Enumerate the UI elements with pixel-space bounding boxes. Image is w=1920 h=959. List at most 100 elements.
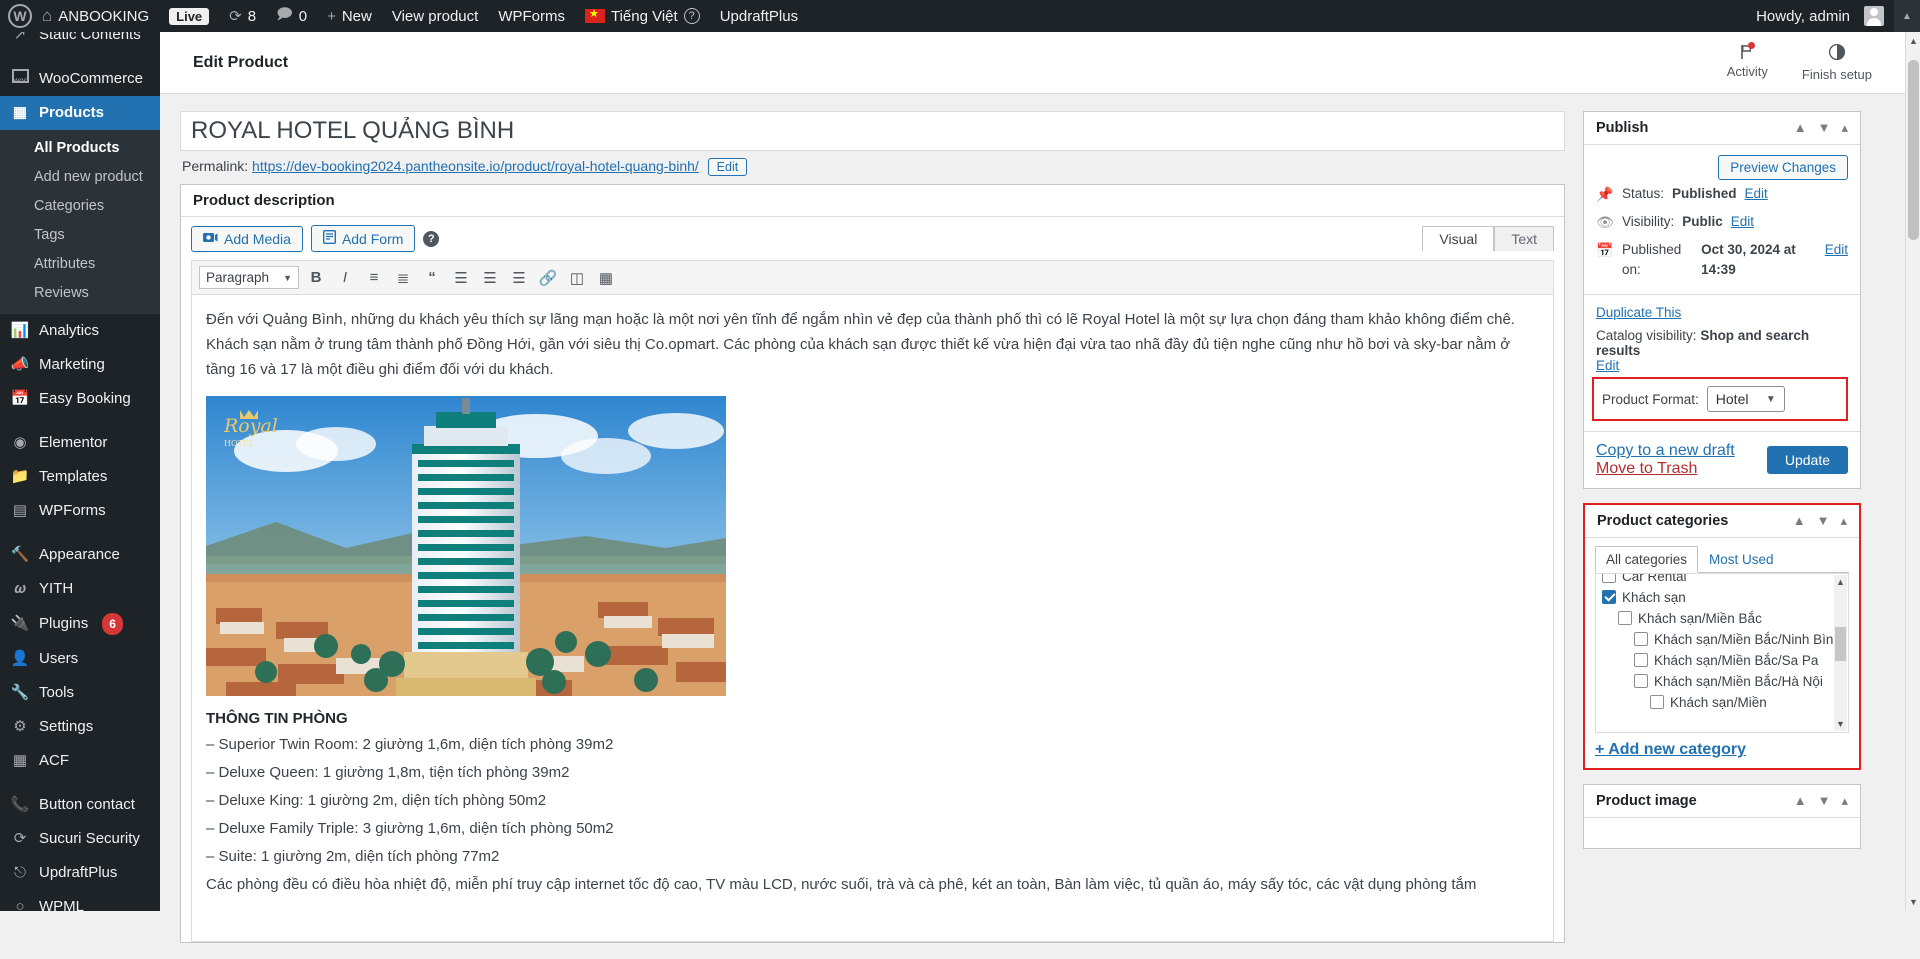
adminbar-live-badge[interactable]: Live <box>159 0 219 32</box>
edit-catalog-link[interactable]: Edit <box>1596 358 1619 373</box>
checkbox[interactable] <box>1618 611 1632 625</box>
duplicate-this-link[interactable]: Duplicate This <box>1596 305 1681 320</box>
help-icon[interactable]: ? <box>683 8 700 24</box>
scrollbar-thumb[interactable] <box>1908 60 1919 240</box>
adminbar-view-product[interactable]: View product <box>382 0 488 32</box>
list-item[interactable]: Khách sạn/Miền Bắc/Ninh Bình <box>1602 629 1842 650</box>
italic-button[interactable]: I <box>333 267 357 289</box>
adminbar-updates[interactable]: ⟳ 8 <box>219 0 266 32</box>
scroll-down-icon[interactable]: ▼ <box>1906 897 1920 907</box>
checkbox[interactable] <box>1634 674 1648 688</box>
checkbox[interactable] <box>1602 574 1616 583</box>
move-to-trash-link[interactable]: Move to Trash <box>1596 460 1697 477</box>
adminbar-language[interactable]: Tiếng Việt ? <box>575 0 710 32</box>
sidebar-item-marketing[interactable]: 📣 Marketing <box>0 348 160 382</box>
product-format-select[interactable]: Hotel ▼ <box>1706 386 1785 412</box>
sidebar-item-easy-booking[interactable]: 📅 Easy Booking <box>0 382 160 416</box>
adminbar-updraftplus[interactable]: UpdraftPlus <box>710 0 808 32</box>
toolbar-toggle-button[interactable]: ▦ <box>594 267 618 289</box>
add-new-category-link[interactable]: + Add new category <box>1595 741 1746 758</box>
permalink-link[interactable]: https://dev-booking2024.pantheonsite.io/… <box>252 158 699 174</box>
product-title-input[interactable] <box>181 112 1564 150</box>
sidebar-item-wpml[interactable]: ○ WPML <box>0 890 160 911</box>
scroll-up-icon[interactable]: ▲ <box>1834 577 1847 587</box>
sidebar-item-appearance[interactable]: 🔨 Appearance <box>0 538 160 572</box>
paragraph-format-select[interactable]: Paragraph ▼ <box>199 266 299 289</box>
sidebar-item-updraftplus[interactable]: ⎋ UpdraftPlus <box>0 856 160 890</box>
hotel-image[interactable]: Royal HOTEL <box>206 396 726 696</box>
edit-status-link[interactable]: Edit <box>1745 184 1768 204</box>
sidebar-item-settings[interactable]: ⚙ Settings <box>0 710 160 744</box>
sidebar-item-add-new-product[interactable]: Add new product <box>0 163 160 192</box>
list-item[interactable]: Khách sạn/Miền Bắc <box>1602 608 1842 629</box>
order-lower-icon[interactable]: ▼ <box>1818 120 1831 136</box>
numbered-list-button[interactable]: ≣ <box>391 267 415 289</box>
link-button[interactable]: 🔗 <box>536 267 560 289</box>
align-center-button[interactable]: ☰ <box>478 267 502 289</box>
sidebar-item-all-products[interactable]: All Products <box>0 134 160 163</box>
collapse-scroll-up-icon[interactable]: ▲ <box>1894 0 1920 32</box>
finish-setup-button[interactable]: Finish setup <box>1802 43 1872 82</box>
order-higher-icon[interactable]: ▲ <box>1793 513 1806 529</box>
adminbar-new[interactable]: + New <box>317 0 382 32</box>
scroll-down-icon[interactable]: ▼ <box>1834 719 1847 729</box>
edit-published-link[interactable]: Edit <box>1825 240 1848 260</box>
add-media-button[interactable]: Add Media <box>191 225 303 252</box>
adminbar-my-account[interactable]: Howdy, admin <box>1746 0 1894 32</box>
list-item[interactable]: Khách sạn/Miền Bắc/Hà Nội <box>1602 671 1842 692</box>
sidebar-item-categories[interactable]: Categories <box>0 192 160 221</box>
align-left-button[interactable]: ☰ <box>449 267 473 289</box>
category-checklist[interactable]: Car Rental Khách sạn Khách sạn/Miền Bắc … <box>1595 573 1849 733</box>
sidebar-item-sucuri-security[interactable]: ⟳ Sucuri Security <box>0 822 160 856</box>
list-item[interactable]: Car Rental <box>1602 574 1842 587</box>
list-item[interactable]: Khách sạn <box>1602 587 1842 608</box>
sidebar-item-plugins[interactable]: 🔌 Plugins 6 <box>0 606 160 642</box>
blockquote-button[interactable]: “ <box>420 267 444 289</box>
sidebar-item-woocommerce[interactable]: woo WooCommerce <box>0 62 160 96</box>
sidebar-item-products[interactable]: ▦ Products <box>0 96 160 130</box>
copy-to-new-draft-link[interactable]: Copy to a new draft <box>1596 442 1735 459</box>
checkbox[interactable] <box>1602 590 1616 604</box>
edit-visibility-link[interactable]: Edit <box>1731 212 1754 232</box>
list-item[interactable]: Khách sạn/Miền Bắc/Sa Pa <box>1602 650 1842 671</box>
category-scrollbar[interactable]: ▲ ▼ <box>1834 575 1847 731</box>
order-higher-icon[interactable]: ▲ <box>1794 120 1807 136</box>
add-form-button[interactable]: Add Form <box>310 225 416 252</box>
sidebar-item-tools[interactable]: 🔧 Tools <box>0 676 160 710</box>
sidebar-item-tags[interactable]: Tags <box>0 221 160 250</box>
order-lower-icon[interactable]: ▼ <box>1818 793 1831 809</box>
scroll-up-icon[interactable]: ▲ <box>1906 36 1920 46</box>
toggle-panel-icon[interactable]: ▴ <box>1841 793 1848 809</box>
sidebar-item-button-contact[interactable]: 📞 Button contact <box>0 788 160 822</box>
activity-button[interactable]: Activity <box>1727 42 1768 82</box>
help-icon[interactable]: ? <box>423 230 440 247</box>
bulleted-list-button[interactable]: ≡ <box>362 267 386 289</box>
tab-most-used[interactable]: Most Used <box>1698 546 1785 573</box>
sidebar-item-wpforms[interactable]: ▤ WPForms <box>0 494 160 528</box>
order-lower-icon[interactable]: ▼ <box>1817 513 1830 529</box>
read-more-button[interactable]: ◫ <box>565 267 589 289</box>
order-higher-icon[interactable]: ▲ <box>1794 793 1807 809</box>
edit-permalink-button[interactable]: Edit <box>707 158 748 176</box>
sidebar-item-static-contents[interactable]: ↗ Static Contents <box>0 32 160 52</box>
editor-content[interactable]: Đến với Quảng Bình, những du khách yêu t… <box>191 294 1554 942</box>
toggle-panel-icon[interactable]: ▴ <box>1841 120 1848 136</box>
tab-all-categories[interactable]: All categories <box>1595 546 1699 573</box>
adminbar-site-name[interactable]: ⌂ ANBOOKING <box>32 0 159 32</box>
list-item[interactable]: Khách sạn/Miền <box>1602 692 1842 713</box>
scrollbar-thumb[interactable] <box>1835 627 1846 661</box>
sidebar-item-elementor[interactable]: ◉ Elementor <box>0 426 160 460</box>
wordpress-logo-icon[interactable]: W <box>8 4 32 28</box>
sidebar-item-attributes[interactable]: Attributes <box>0 250 160 279</box>
sidebar-item-reviews[interactable]: Reviews <box>0 279 160 308</box>
checkbox[interactable] <box>1650 695 1664 709</box>
tab-text[interactable]: Text <box>1494 226 1554 251</box>
sidebar-item-yith[interactable]: 𝝎 YITH <box>0 572 160 606</box>
sidebar-item-acf[interactable]: ▦ ACF <box>0 744 160 778</box>
bold-button[interactable]: B <box>304 267 328 289</box>
checkbox[interactable] <box>1634 653 1648 667</box>
sidebar-item-users[interactable]: 👤 Users <box>0 642 160 676</box>
adminbar-comments[interactable]: 🗩 0 <box>266 0 317 32</box>
update-button[interactable]: Update <box>1766 446 1848 474</box>
sidebar-item-templates[interactable]: 📁 Templates <box>0 460 160 494</box>
